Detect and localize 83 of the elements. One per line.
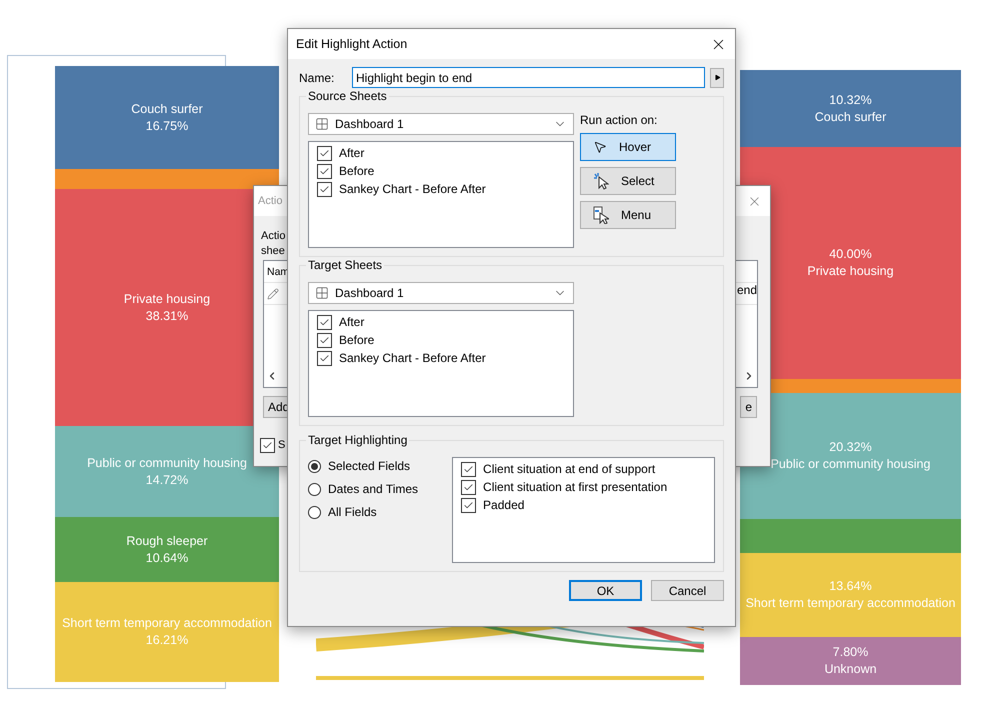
checkmark-icon xyxy=(319,334,330,346)
segment-label: Short term temporary accommodation xyxy=(62,615,272,632)
grid-icon xyxy=(315,286,329,300)
segment-label: Private housing xyxy=(124,290,210,308)
segment-label: Public or community housing xyxy=(770,456,930,473)
dialog-title: Actio xyxy=(258,195,282,207)
checkbox-label: S xyxy=(278,439,286,451)
intro-text: shee xyxy=(261,245,285,257)
segment-value: 16.75% xyxy=(146,118,188,134)
intro-text: Actio xyxy=(261,230,286,242)
radio-button[interactable] xyxy=(308,460,321,472)
segment-label: Private housing xyxy=(807,263,894,280)
action-button[interactable]: Hover xyxy=(580,133,676,161)
sheet-label: Before xyxy=(339,164,374,178)
field-label: Client situation at end of support xyxy=(483,462,656,476)
run-action-label: Run action on: xyxy=(580,113,658,127)
sheet-dropdown[interactable]: Dashboard 1 xyxy=(308,282,574,304)
action-button[interactable]: Menu xyxy=(580,201,676,229)
checkbox[interactable] xyxy=(461,498,476,512)
radio-label: Selected Fields xyxy=(328,459,410,473)
sheet-label: Sankey Chart - Before After xyxy=(339,351,486,365)
checkbox[interactable] xyxy=(260,438,275,452)
segment-label: Rough sleeper xyxy=(126,532,208,550)
checkmark-icon xyxy=(262,440,273,450)
segment-label: Couch surfer xyxy=(131,100,203,118)
dialog-button[interactable]: e xyxy=(740,396,757,418)
group-title: Target Sheets xyxy=(306,258,384,272)
cursor-icon xyxy=(593,140,607,154)
segment-value: 40.00% xyxy=(829,246,872,263)
checkmark-icon xyxy=(319,166,330,176)
checkbox[interactable] xyxy=(461,462,476,476)
checkbox[interactable] xyxy=(317,164,332,178)
cursor-click-icon xyxy=(593,172,609,190)
checkbox[interactable] xyxy=(317,146,332,160)
cancel-button[interactable]: Cancel xyxy=(651,580,724,601)
sheet-label: After xyxy=(339,315,364,329)
group-title: Source Sheets xyxy=(306,89,389,103)
dialog-title: Edit Highlight Action xyxy=(296,37,408,51)
segment-value: 14.72% xyxy=(146,472,188,488)
sheet-dropdown[interactable]: Dashboard 1 xyxy=(308,113,574,135)
radio-label: All Fields xyxy=(328,505,377,519)
checkmark-icon xyxy=(319,316,330,328)
table-cell: end xyxy=(737,283,758,297)
checkbox[interactable] xyxy=(317,332,332,348)
menu-cursor-icon xyxy=(593,206,609,224)
checkbox[interactable] xyxy=(317,350,332,366)
sheet-label: After xyxy=(339,146,364,160)
checkmark-icon xyxy=(463,464,474,474)
segment-value: 13.64% xyxy=(829,578,872,595)
segment-label: Couch surfer xyxy=(814,108,886,126)
checkmark-icon xyxy=(319,352,330,364)
segment-label: Unknown xyxy=(824,661,877,678)
checkmark-icon xyxy=(319,184,330,194)
segment-value: 7.80% xyxy=(832,644,868,661)
ok-button[interactable]: OK xyxy=(569,580,642,601)
radio-button[interactable] xyxy=(308,482,321,496)
name-field[interactable]: Highlight begin to end xyxy=(352,67,705,88)
sheet-label: Sankey Chart - Before After xyxy=(339,182,486,196)
group-title: Target Highlighting xyxy=(306,433,410,447)
sheet-label: Before xyxy=(339,333,374,347)
segment-label: Short term temporary accommodation xyxy=(746,595,956,612)
pencil-icon xyxy=(267,288,279,300)
checkbox[interactable] xyxy=(461,480,476,494)
grid-icon xyxy=(315,117,329,131)
arrow-button[interactable] xyxy=(710,68,724,88)
segment-label: Public or community housing xyxy=(87,454,247,472)
checkbox[interactable] xyxy=(317,182,332,196)
radio-label: Dates and Times xyxy=(328,482,418,496)
radio-button[interactable] xyxy=(308,506,321,518)
action-button[interactable]: Select xyxy=(580,167,676,195)
checkbox[interactable] xyxy=(317,314,332,330)
checkmark-icon xyxy=(463,500,474,510)
field-label: Client situation at first presentation xyxy=(483,480,668,494)
segment-value: 16.21% xyxy=(146,632,188,649)
play-icon xyxy=(714,74,720,81)
segment-value: 10.32% xyxy=(829,92,872,108)
segment-value: 38.31% xyxy=(146,308,188,324)
field-label: Padded xyxy=(483,498,524,512)
name-label: Name: xyxy=(299,70,336,84)
checkmark-icon xyxy=(463,482,474,492)
checkmark-icon xyxy=(319,148,330,158)
segment-value: 20.32% xyxy=(829,439,872,456)
segment-value: 10.64% xyxy=(146,550,188,566)
